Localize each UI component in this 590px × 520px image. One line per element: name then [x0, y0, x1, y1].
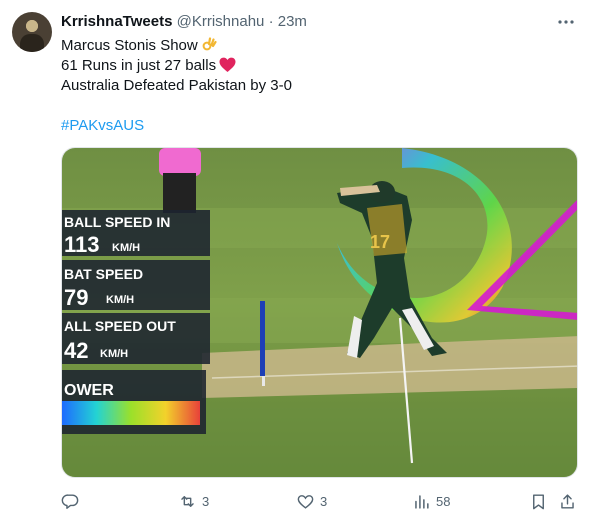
tweet-line-spacer [61, 96, 571, 116]
ball-speed-in-panel: BALL SPEED IN 113 KM/H [62, 210, 210, 257]
svg-text:KM/H: KM/H [100, 348, 128, 360]
more-options-icon[interactable] [556, 12, 576, 32]
tweet-actions-bar: 3 3 58 [61, 490, 578, 514]
reply-button[interactable] [61, 490, 80, 512]
svg-text:113: 113 [64, 232, 100, 257]
views-bar-chart-icon [415, 494, 429, 509]
cricket-broadcast-image: 17 BALL SPEED IN 113 KM/H BAT SPEED 79 K… [62, 148, 577, 477]
share-button[interactable] [558, 490, 577, 512]
bookmark-button[interactable] [529, 490, 548, 512]
ball-speed-out-panel: ALL SPEED OUT 42 KM/H [62, 313, 210, 364]
tweet-header: KrrishnaTweets @Krrishnahu · 23m [61, 13, 307, 31]
tweet-text: Marcus Stonis Show 61 Runs in just 27 ba… [61, 36, 571, 136]
share-upload-icon [561, 493, 574, 509]
repost-icon [181, 495, 194, 507]
heart-icon [297, 494, 314, 509]
like-count: 3 [320, 493, 328, 509]
repost-count: 3 [202, 493, 210, 509]
ok-hand-emoji-icon [201, 36, 217, 52]
bat-speed-panel: BAT SPEED 79 KM/H [62, 260, 210, 310]
views-count: 58 [436, 493, 451, 509]
svg-text:KM/H: KM/H [106, 294, 134, 306]
tweet-media-image[interactable]: 17 BALL SPEED IN 113 KM/H BAT SPEED 79 K… [61, 147, 578, 478]
tweet-timestamp[interactable]: 23m [278, 13, 307, 30]
reply-icon [61, 493, 79, 509]
repost-button[interactable]: 3 [178, 490, 209, 512]
like-button[interactable]: 3 [296, 490, 327, 512]
red-heart-emoji-icon [219, 57, 236, 73]
tweet-line-3: Australia Defeated Pakistan by 3-0 [61, 77, 292, 94]
svg-text:79: 79 [64, 285, 88, 310]
svg-text:OWER: OWER [64, 382, 114, 399]
power-meter-bar [62, 401, 200, 425]
svg-text:ALL SPEED OUT: ALL SPEED OUT [64, 318, 176, 334]
hashtag-link[interactable]: #PAKvsAUS [61, 116, 571, 136]
svg-text:KM/H: KM/H [112, 242, 140, 254]
tweet-line-2: 61 Runs in just 27 balls [61, 56, 571, 76]
views-button[interactable]: 58 [412, 490, 450, 512]
bookmark-icon [533, 493, 544, 509]
svg-text:BAT SPEED: BAT SPEED [64, 266, 143, 282]
header-separator: · [268, 13, 274, 30]
author-avatar[interactable] [12, 12, 52, 52]
power-panel: OWER [62, 370, 206, 434]
svg-text:42: 42 [64, 338, 88, 363]
author-display-name[interactable]: KrrishnaTweets [61, 13, 172, 30]
author-handle[interactable]: @Krrishnahu [177, 13, 265, 30]
tweet-line-1: Marcus Stonis Show [61, 36, 571, 56]
svg-text:BALL SPEED IN: BALL SPEED IN [64, 214, 170, 230]
jersey-number: 17 [370, 232, 390, 252]
